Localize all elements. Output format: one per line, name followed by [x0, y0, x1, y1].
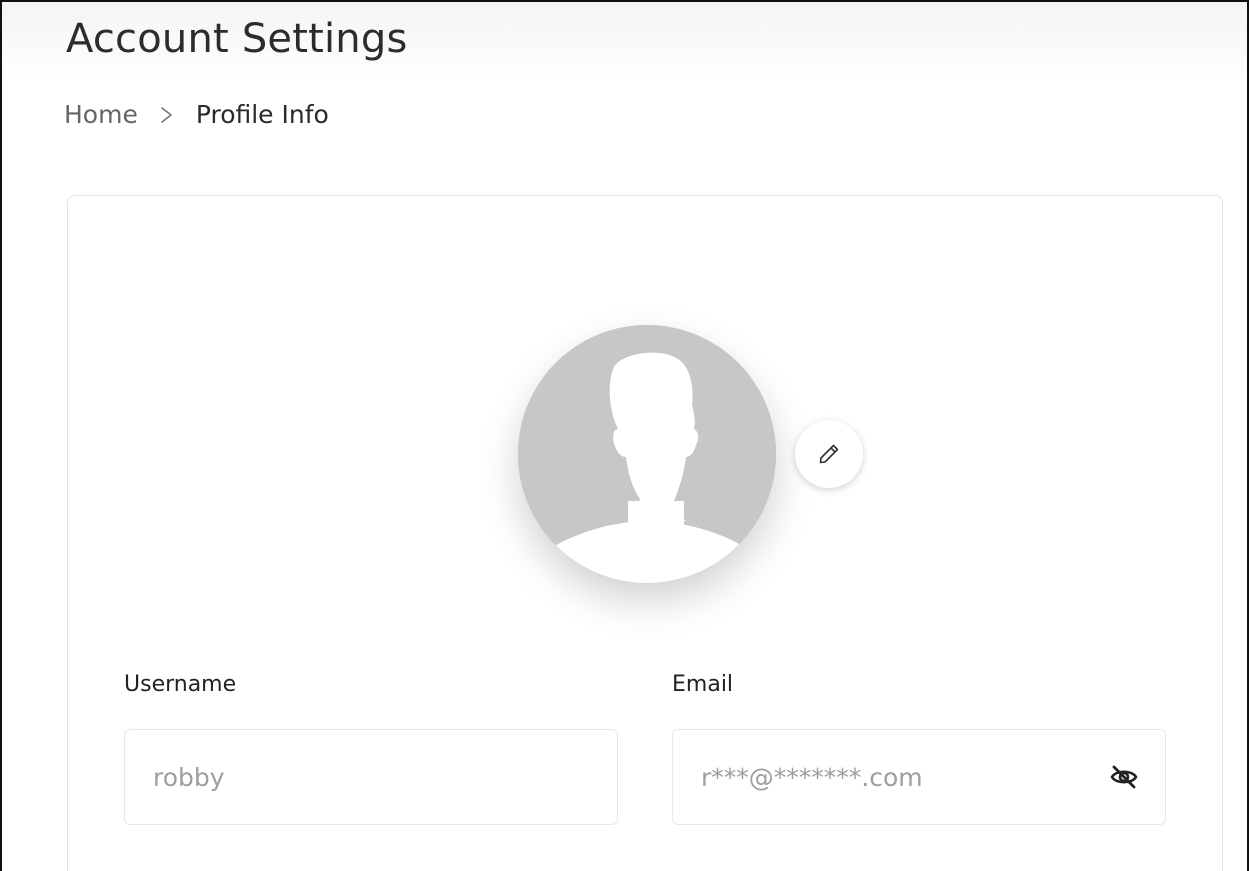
username-label: Username [124, 672, 237, 697]
avatar [518, 325, 776, 583]
toggle-email-visibility-button[interactable] [1109, 762, 1139, 792]
eye-off-icon [1110, 765, 1138, 789]
username-field[interactable]: robby [124, 729, 618, 825]
profile-card: Username robby Email r***@*******.com [67, 195, 1223, 871]
email-field[interactable]: r***@*******.com [672, 729, 1166, 825]
breadcrumb-current: Profile Info [195, 100, 329, 129]
chevron-right-icon [160, 103, 174, 127]
breadcrumb-home-link[interactable]: Home [64, 100, 138, 129]
edit-avatar-button[interactable] [795, 420, 863, 488]
email-label: Email [672, 672, 734, 697]
username-value: robby [153, 762, 225, 792]
breadcrumb: Home Profile Info [64, 100, 329, 129]
pencil-icon [819, 444, 839, 464]
email-value: r***@*******.com [701, 762, 923, 792]
page-frame: Account Settings Home Profile Info Usern… [0, 0, 1249, 871]
user-silhouette-icon [518, 325, 776, 583]
page-title: Account Settings [66, 16, 408, 62]
